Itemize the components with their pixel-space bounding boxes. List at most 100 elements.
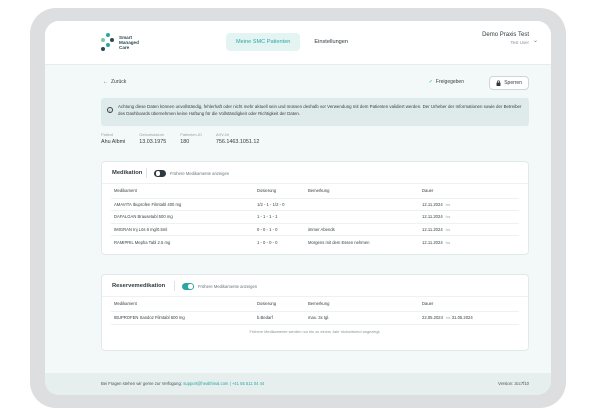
- toggle-label: Frühere Medikamente anzeigen: [198, 284, 258, 289]
- remark: [305, 210, 419, 224]
- remark: max. 3x tgl.: [308, 315, 330, 320]
- start-date: 22.05.2024: [422, 315, 443, 320]
- remark: [305, 198, 419, 211]
- app-screen: Smart Managed Care Meine SMC Patienten E…: [45, 21, 551, 395]
- until-label: bis: [445, 227, 451, 232]
- remark: immer Abends: [305, 223, 419, 236]
- support-email-link[interactable]: support@healthinal.com: [183, 381, 228, 386]
- account-menu[interactable]: Demo Praxis Test Test User ⌄: [482, 32, 538, 45]
- logo-icon: [101, 33, 115, 51]
- start-date: 12.11.2024: [422, 239, 443, 245]
- show-previous-toggle[interactable]: [154, 170, 166, 177]
- column-header: Medikament: [111, 184, 254, 199]
- reserve-medication-card: Reservemedikation Frühere Medikamente an…: [101, 274, 529, 351]
- medication-card: Medikation Frühere Medikamente anzeigen …: [101, 161, 529, 255]
- field-value: Ahu Albmi: [101, 139, 126, 145]
- field-value: 13.03.1975: [139, 139, 167, 145]
- data-warning-banner: i Achtung diese Daten können unvollständ…: [101, 98, 529, 126]
- patient-name-field: Patient Ahu Albmi: [101, 132, 125, 145]
- reserve-footnote: Frühere Medikamente werden nur bis zu ei…: [111, 323, 519, 338]
- lock-label: Sperren: [504, 80, 522, 86]
- table-row[interactable]: RAMIPRIL Mepha Tabl 2.5 mg 1 - 0 - 0 - 0…: [111, 236, 519, 249]
- device-frame: Smart Managed Care Meine SMC Patienten E…: [30, 8, 566, 408]
- medication-name: RAMIPRIL Mepha Tabl 2.5 mg: [114, 239, 171, 245]
- column-header: Medikament: [111, 297, 254, 312]
- table-row[interactable]: IBUPROFEN Sandoz Filmtabl 600 mg b.Bedar…: [111, 311, 519, 324]
- show-previous-reserve-toggle[interactable]: [182, 283, 194, 290]
- table-row[interactable]: DAFALGAN Brausetabl 500 mg 1 - 1 - 1 - 1…: [111, 210, 519, 224]
- duration: 12.11.2024 bis: [419, 198, 519, 211]
- released-label: Freigegeben: [435, 79, 464, 85]
- dosage: 0 - 0 - 1 - 0: [254, 223, 305, 236]
- tab-my-smc-patients[interactable]: Meine SMC Patienten: [226, 33, 301, 51]
- back-label: Zurück: [111, 79, 127, 85]
- field-label: Patienten-ID: [180, 132, 202, 137]
- logo-text: Smart Managed Care: [119, 35, 139, 50]
- remark: Morgens mit dem Essen nehmen: [308, 239, 370, 245]
- patient-info: Patient Ahu Albmi Geburtsdatum 13.03.197…: [101, 132, 259, 145]
- field-label: Patient: [101, 132, 114, 137]
- medication-title: Medikation: [112, 170, 143, 176]
- field-value: 180: [180, 139, 190, 145]
- column-header: Bemerkung: [305, 297, 419, 312]
- reserve-title: Reservemedikation: [112, 283, 166, 289]
- dosage: 1 - 1 - 1 - 1: [254, 210, 305, 224]
- toggle-label: Frühere Medikamente anzeigen: [170, 171, 230, 176]
- divider: [146, 168, 147, 178]
- version-label: Version: 3cc7f10: [498, 381, 529, 386]
- duration: 12.11.2024 bis: [419, 223, 519, 236]
- check-icon: ✓: [428, 79, 433, 85]
- support-phone-link[interactable]: | +41 55 511 04 44: [230, 381, 265, 386]
- medication-card-header: Medikation Frühere Medikamente anzeigen: [102, 162, 528, 184]
- start-date: 12.11.2024: [422, 226, 443, 232]
- released-status: ✓ Freigegeben: [429, 79, 464, 85]
- chevron-down-icon: ⌄: [532, 38, 538, 44]
- end-date: 31.05.2024: [451, 315, 473, 320]
- warning-text: Achtung diese Daten können unvollständig…: [118, 104, 522, 116]
- table-header-row: Medikament Dosierung Bemerkung Dauer: [111, 184, 519, 199]
- medication-table: Medikament Dosierung Bemerkung Dauer AMA…: [111, 184, 519, 248]
- info-icon: i: [107, 107, 113, 113]
- dosage: b.Bedarf: [257, 315, 273, 320]
- reserve-card-header: Reservemedikation Frühere Medikamente an…: [102, 275, 528, 297]
- start-date: 12.11.2024: [422, 201, 443, 207]
- patient-id-field: Patienten-ID 180: [180, 132, 202, 145]
- medication-name: AMAVITA Ibuprofen Filmtabl 400 mg: [111, 198, 254, 211]
- brand-logo[interactable]: Smart Managed Care: [101, 33, 139, 51]
- medication-name: IBUPROFEN Sandoz Filmtabl 600 mg: [114, 315, 185, 320]
- dosage: 1/2 - 1 - 1/2 - 0: [254, 198, 305, 211]
- main-nav: Meine SMC Patienten Einstellungen: [226, 33, 358, 51]
- support-info: Bei Fragen stehen wir gerne zur Verfügun…: [101, 381, 264, 386]
- top-header: Smart Managed Care Meine SMC Patienten E…: [45, 21, 551, 65]
- logo-line-3: Care: [119, 44, 130, 50]
- medication-name: DAFALGAN Brausetabl 500 mg: [111, 210, 254, 224]
- back-link[interactable]: ← Zurück: [103, 79, 126, 85]
- column-header: Dauer: [419, 184, 519, 199]
- field-label: Geburtsdatum: [139, 132, 164, 137]
- divider: [174, 281, 175, 291]
- until-label: bis: [445, 202, 451, 207]
- lock-icon: [496, 80, 501, 86]
- until-label: bis: [445, 240, 451, 245]
- dosage: 1 - 0 - 0 - 0: [257, 239, 278, 245]
- arrow-left-icon: ←: [103, 79, 108, 85]
- tab-settings[interactable]: Einstellungen: [304, 33, 358, 51]
- field-label: AHV-Nr: [215, 132, 230, 137]
- ahv-number-field: AHV-Nr 756.1463.1051.12: [216, 132, 259, 145]
- account-role: Test User: [510, 40, 529, 45]
- column-header: Dauer: [419, 297, 519, 312]
- account-name: Demo Praxis Test: [482, 32, 529, 38]
- table-row[interactable]: AMAVITA Ibuprofen Filmtabl 400 mg 1/2 - …: [111, 198, 519, 211]
- medication-name: IMIGRAN Inj Lös 6 mg/0.5ml: [111, 223, 254, 236]
- table-row[interactable]: IMIGRAN Inj Lös 6 mg/0.5ml 0 - 0 - 1 - 0…: [111, 223, 519, 236]
- birthdate-field: Geburtsdatum 13.03.1975: [139, 132, 166, 145]
- column-header: Bemerkung: [305, 184, 419, 199]
- duration: 22.05.2024 bis 31.05.2024: [419, 311, 519, 324]
- field-value: 756.1463.1051.12: [215, 139, 260, 145]
- support-text: Bei Fragen stehen wir gerne zur Verfügun…: [101, 381, 183, 386]
- lock-button[interactable]: Sperren: [489, 76, 529, 90]
- table-header-row: Medikament Dosierung Bemerkung Dauer: [111, 297, 519, 312]
- start-date: 12.11.2024: [422, 214, 443, 220]
- until-label: bis: [445, 215, 451, 220]
- duration: 12.11.2024 bis: [419, 210, 519, 224]
